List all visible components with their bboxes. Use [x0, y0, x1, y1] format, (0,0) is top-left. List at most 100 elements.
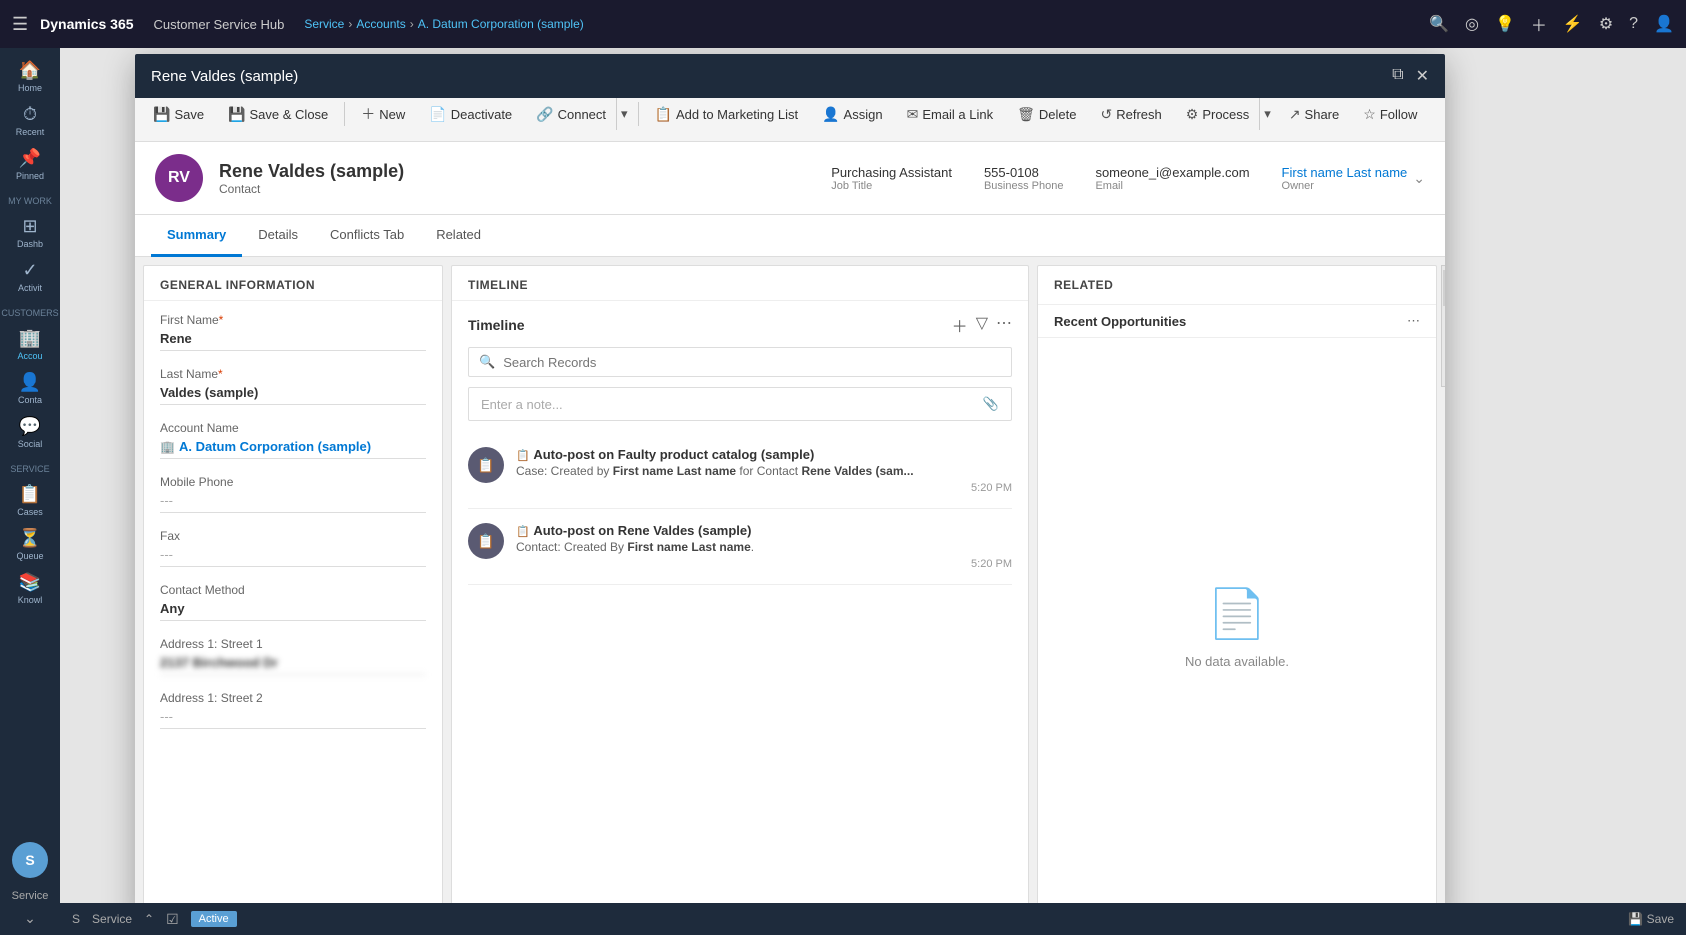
help-icon[interactable]: ?	[1629, 15, 1638, 33]
email-value: someone_i@example.com	[1095, 165, 1249, 180]
breadcrumb-service[interactable]: Service	[304, 17, 344, 31]
sidebar-item-social[interactable]: 💬 Social	[6, 412, 54, 452]
contact-method-value[interactable]: Any	[160, 601, 426, 621]
save-status-btn[interactable]: 💾 Save	[1628, 912, 1674, 926]
connect-button[interactable]: 🔗 Connect	[526, 100, 616, 129]
follow-button[interactable]: ☆ Follow	[1353, 100, 1427, 129]
sidebar: 🏠 Home ⏱ Recent 📌 Pinned My Work ⊞ Dashb…	[0, 48, 60, 935]
email-link-icon: ✉	[907, 106, 919, 123]
side-tool-expand-btn[interactable]: ⬜	[1443, 270, 1445, 306]
sidebar-item-knowledge[interactable]: 📚 Knowl	[6, 568, 54, 608]
note-input-area[interactable]: Enter a note... 📎	[468, 387, 1012, 421]
sidebar-item-recent[interactable]: ⏱ Recent	[6, 100, 54, 140]
opportunities-more-icon[interactable]: ⋯	[1407, 313, 1420, 329]
owner-value[interactable]: First name Last name	[1282, 165, 1408, 180]
restore-icon[interactable]: ⧉	[1392, 66, 1403, 86]
lightbulb-icon[interactable]: 💡	[1495, 14, 1515, 34]
account-name-value[interactable]: 🏢 A. Datum Corporation (sample)	[160, 439, 426, 459]
sidebar-item-contacts[interactable]: 👤 Conta	[6, 368, 54, 408]
sidebar-item-activities[interactable]: ✓ Activit	[6, 256, 54, 296]
sidebar-item-accounts[interactable]: 🏢 Accou	[6, 324, 54, 364]
sidebar-chevron-icon[interactable]: ⌄	[24, 910, 36, 927]
address1-street2-value[interactable]: ---	[160, 709, 426, 729]
first-name-value[interactable]: Rene	[160, 331, 426, 351]
new-button[interactable]: ＋ New	[351, 98, 415, 130]
job-title-field: Purchasing Assistant Job Title	[831, 165, 952, 192]
checkin-icon[interactable]: ☑	[166, 911, 179, 928]
timeline-items: 📋 📋 Auto-post on Faulty product catalog …	[468, 433, 1012, 585]
save-close-button[interactable]: 💾 Save & Close	[218, 100, 338, 129]
entity-name: Rene Valdes (sample)	[219, 161, 404, 182]
assign-button[interactable]: 👤 Assign	[812, 100, 892, 129]
no-data-area: 📄 No data available.	[1038, 338, 1436, 915]
timeline-item-2-time: 5:20 PM	[516, 558, 1012, 570]
side-tool-list-btn[interactable]: ☰	[1443, 346, 1445, 382]
breadcrumb-accounts[interactable]: Accounts	[356, 17, 405, 31]
tab-details[interactable]: Details	[242, 215, 314, 257]
last-name-value[interactable]: Valdes (sample)	[160, 385, 426, 405]
hamburger-icon[interactable]: ☰	[12, 14, 28, 35]
timeline-more-icon[interactable]: ⋯	[996, 313, 1012, 337]
save-button[interactable]: 💾 Save	[143, 100, 214, 129]
user-avatar-sidebar[interactable]: S	[12, 842, 48, 878]
timeline-item-avatar-2: 📋	[468, 523, 504, 559]
chevron-up-icon[interactable]: ⌃	[144, 912, 154, 926]
sidebar-item-queues[interactable]: ⏳ Queue	[6, 524, 54, 564]
timeline-search-input[interactable]	[503, 355, 1001, 370]
first-name-field: First Name* Rene	[160, 313, 426, 351]
assign-icon: 👤	[822, 106, 839, 123]
tabs-bar: Summary Details Conflicts Tab Related	[135, 215, 1445, 257]
plus-icon[interactable]: ＋	[1531, 12, 1547, 36]
search-icon[interactable]: 🔍	[1429, 14, 1449, 34]
connect-dropdown-arrow[interactable]: ▾	[616, 98, 632, 130]
refresh-button[interactable]: ↺ Refresh	[1090, 100, 1171, 129]
sidebar-item-pinned[interactable]: 📌 Pinned	[6, 144, 54, 184]
filter-icon[interactable]: ⚡	[1563, 14, 1583, 34]
no-data-icon: 📄	[1207, 585, 1267, 642]
more-button[interactable]: ⋯	[143, 134, 176, 142]
tab-related[interactable]: Related	[420, 215, 497, 257]
timeline-add-icon[interactable]: ＋	[952, 313, 968, 337]
breadcrumb-record[interactable]: A. Datum Corporation (sample)	[418, 17, 584, 31]
related-panel: RELATED Recent Opportunities ⋯ 📄 No data…	[1037, 265, 1437, 916]
customers-label: Customers	[1, 308, 58, 318]
mobile-phone-field: Mobile Phone ---	[160, 475, 426, 513]
entity-header: RV Rene Valdes (sample) Contact Purchasi…	[135, 142, 1445, 215]
user-icon[interactable]: 👤	[1654, 14, 1674, 34]
add-marketing-button[interactable]: 📋 Add to Marketing List	[645, 100, 809, 129]
pin-icon: 📌	[19, 148, 41, 169]
timeline-item-1-time: 5:20 PM	[516, 482, 1012, 494]
process-dropdown-arrow[interactable]: ▾	[1259, 98, 1275, 130]
tab-conflicts[interactable]: Conflicts Tab	[314, 215, 420, 257]
attachment-icon[interactable]: 📎	[983, 396, 999, 412]
owner-chevron-icon[interactable]: ⌄	[1413, 170, 1425, 187]
account-name-field: Account Name 🏢 A. Datum Corporation (sam…	[160, 421, 426, 459]
contact-method-field: Contact Method Any	[160, 583, 426, 621]
sidebar-item-cases[interactable]: 📋 Cases	[6, 480, 54, 520]
activities-icon: ✓	[22, 260, 37, 281]
status-badge: Active	[191, 911, 237, 927]
deactivate-button[interactable]: 📄 Deactivate	[419, 100, 522, 129]
timeline-filter-icon[interactable]: ▽	[976, 313, 988, 337]
share-button[interactable]: ↗ Share	[1279, 100, 1349, 129]
note-placeholder: Enter a note...	[481, 397, 975, 412]
case-icon: 📋	[477, 457, 494, 474]
mobile-phone-value[interactable]: ---	[160, 493, 426, 513]
fax-label: Fax	[160, 529, 426, 543]
address1-street1-value[interactable]: 2137 Birchwood Dr	[160, 655, 426, 675]
status-bar: S Service ⌃ ☑ Active 💾 Save	[60, 903, 1686, 935]
process-button[interactable]: ⚙ Process	[1176, 100, 1260, 129]
side-toolbar: ⬜ ✎ ☰	[1441, 265, 1445, 387]
settings-icon[interactable]: ⚙	[1599, 14, 1613, 34]
close-icon[interactable]: ✕	[1416, 66, 1429, 86]
delete-button[interactable]: 🗑 Delete	[1007, 100, 1086, 129]
side-tool-edit-btn[interactable]: ✎	[1443, 308, 1445, 344]
sidebar-item-home[interactable]: 🏠 Home	[6, 56, 54, 96]
toolbar-divider-1	[344, 102, 345, 126]
sidebar-item-dashboard[interactable]: ⊞ Dashb	[6, 212, 54, 252]
process-icon: ⚙	[1186, 106, 1199, 123]
tab-summary[interactable]: Summary	[151, 215, 242, 257]
copilot-icon[interactable]: ◎	[1465, 14, 1479, 34]
email-link-button[interactable]: ✉ Email a Link	[897, 100, 1004, 129]
fax-value[interactable]: ---	[160, 547, 426, 567]
